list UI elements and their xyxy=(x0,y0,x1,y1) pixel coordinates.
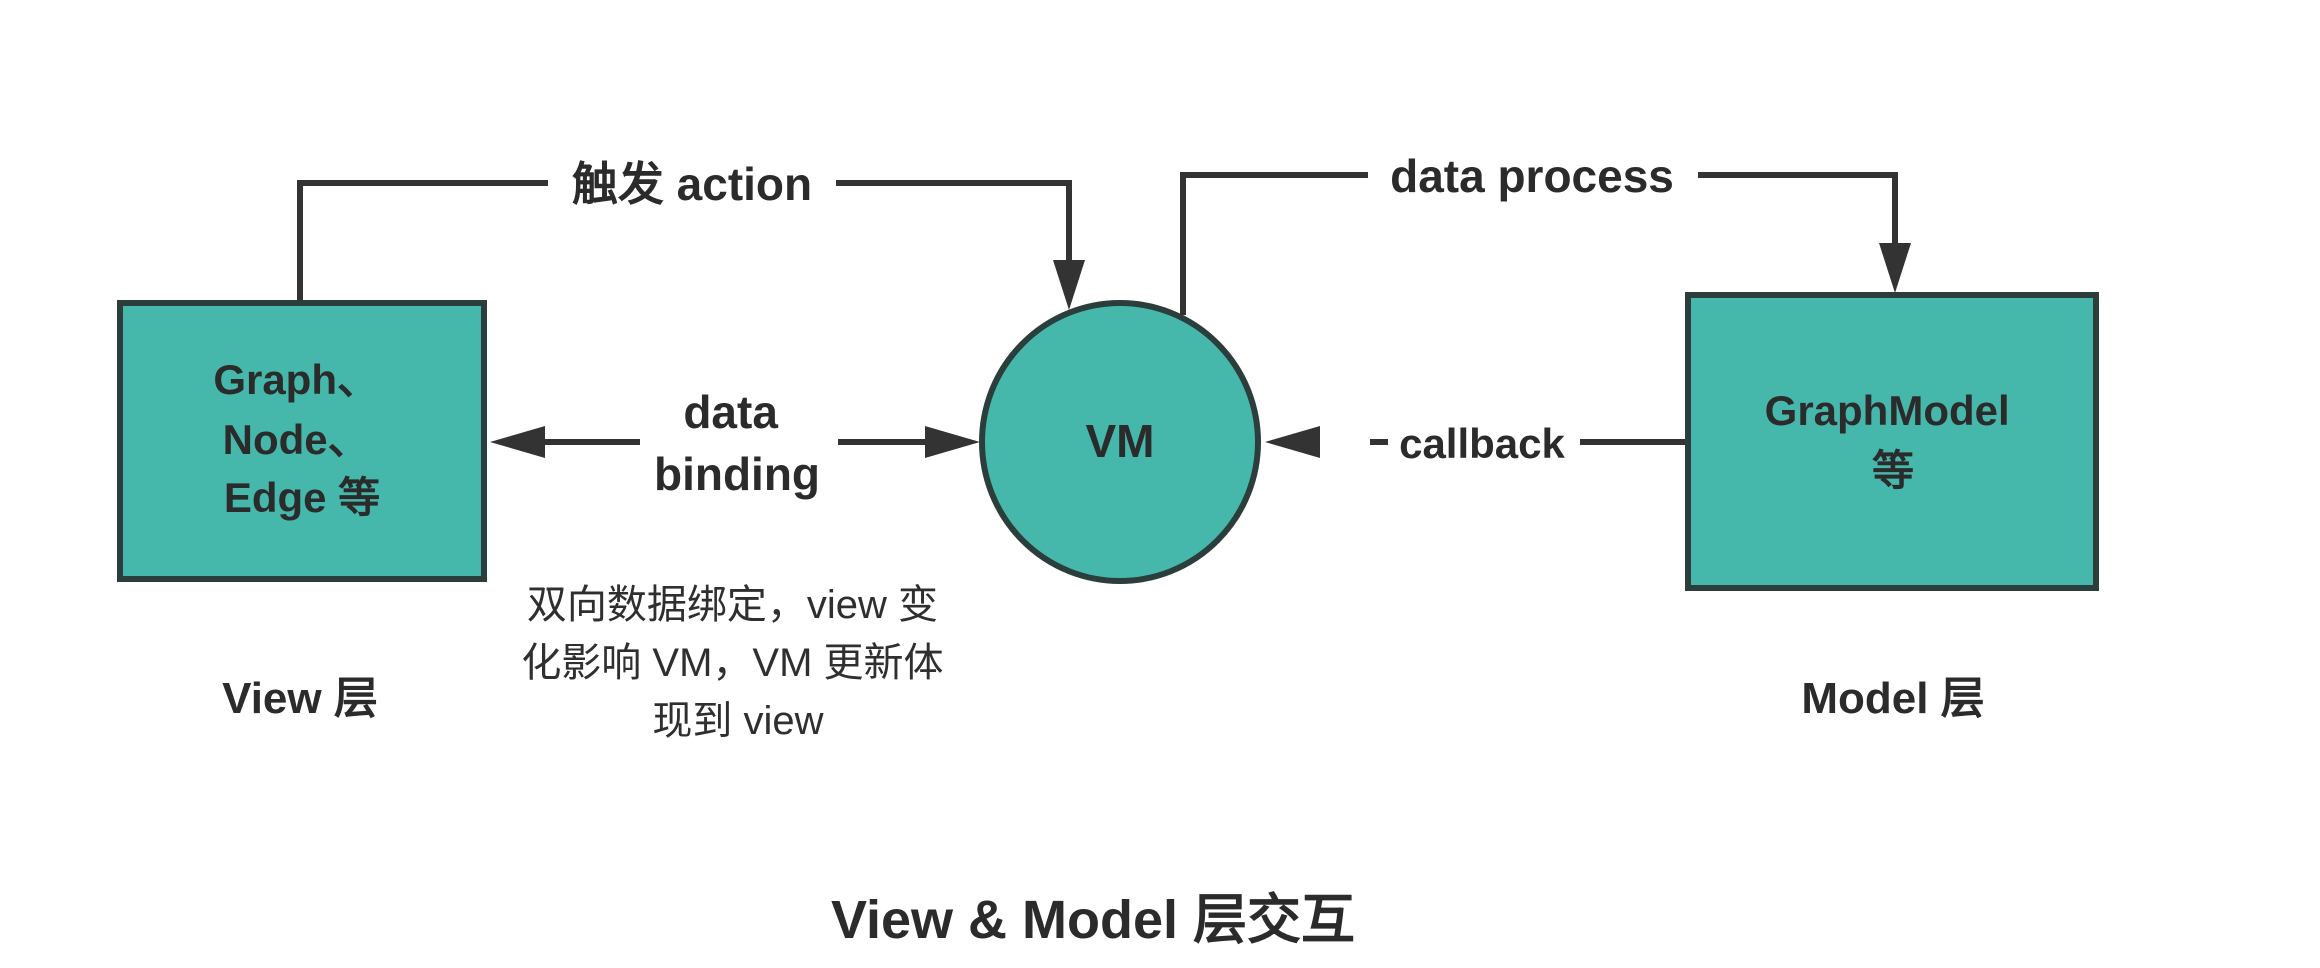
diagram-caption: View & Model 层交互 xyxy=(831,890,1355,950)
vm-label: VM xyxy=(1086,415,1155,467)
view-box-line-1: Graph、 xyxy=(213,356,379,403)
view-layer-label: View 层 xyxy=(222,674,378,723)
data-binding-label-line-1: data xyxy=(683,386,778,438)
trigger-action-arrowhead xyxy=(1053,260,1085,310)
view-box-line-3: Edge 等 xyxy=(224,474,380,521)
data-binding-right-arrowhead xyxy=(925,426,980,458)
data-process-arrowhead xyxy=(1879,243,1911,293)
svg-text:data binding: data binding xyxy=(654,386,820,500)
view-box-line-2: Node、 xyxy=(223,416,370,463)
vm-circle: VM xyxy=(979,300,1261,584)
view-box: Graph、 Node、 Edge 等 xyxy=(117,300,487,582)
model-box-line-1: GraphModel xyxy=(1765,387,2010,434)
model-box-line-2: 等 xyxy=(1872,447,1914,494)
callback-label: callback xyxy=(1399,420,1565,467)
svg-text:Graph、 Node、 Edge: Graph、 Node、 Edge 等 xyxy=(213,356,390,521)
model-box: GraphModel 等 xyxy=(1685,292,2099,591)
model-layer-label: Model 层 xyxy=(1801,674,1984,723)
trigger-action-label-group: 触发 action xyxy=(548,155,836,213)
data-process-label-group: data process xyxy=(1368,148,1698,206)
svg-text:双向数据绑定，view 变 化影响 VM，VM: 双向数据绑定，view 变 化影响 VM，VM 更新体 现到 view xyxy=(521,583,954,743)
callback-arrowhead xyxy=(1265,426,1320,458)
callback-label-group: callback xyxy=(1399,420,1565,467)
annotation-line-3: 现到 view xyxy=(652,699,823,743)
data-process-label: data process xyxy=(1390,150,1674,202)
trigger-action-label: 触发 action xyxy=(572,158,812,210)
data-binding-left-arrowhead xyxy=(490,426,545,458)
annotation-line-1: 双向数据绑定，view 变 xyxy=(527,583,938,627)
data-binding-label-line-2: binding xyxy=(654,448,820,500)
data-binding-annotation: 双向数据绑定，view 变 化影响 VM，VM 更新体 现到 view xyxy=(521,583,954,743)
annotation-line-2: 化影响 VM，VM 更新体 xyxy=(521,641,943,685)
view-model-interaction-diagram: Graph、 Node、 Edge 等 VM GraphModel 等 触发 a… xyxy=(117,148,2099,950)
data-binding-label-group: data binding xyxy=(654,386,820,500)
